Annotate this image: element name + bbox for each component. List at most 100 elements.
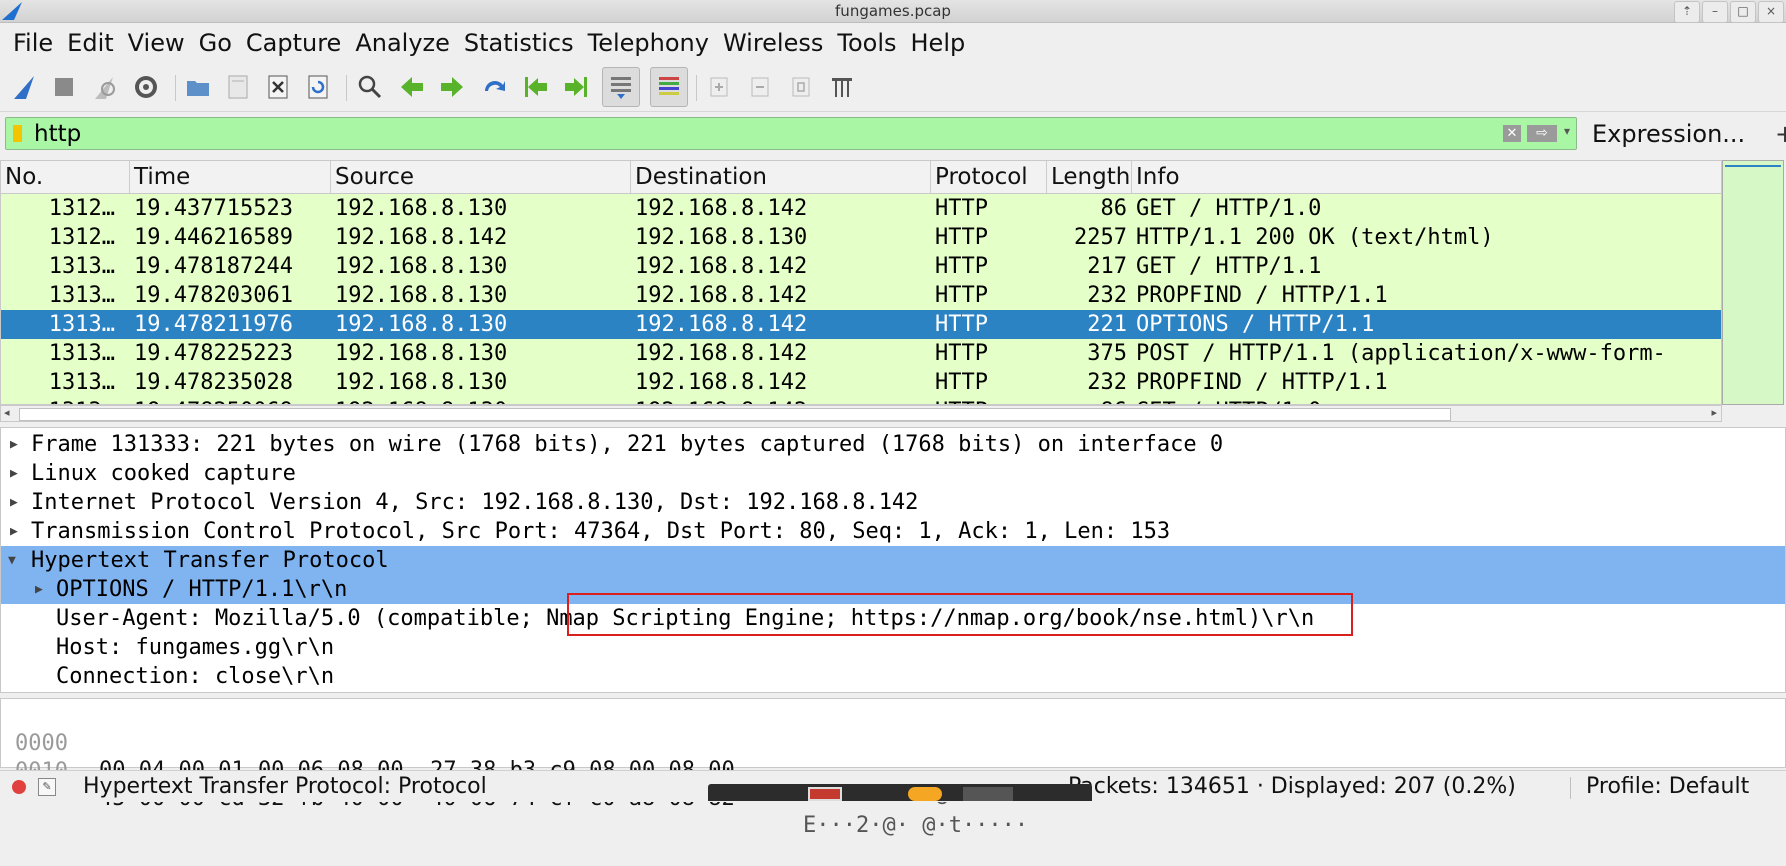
column-header-length[interactable]: Length xyxy=(1047,161,1132,193)
menu-telephony[interactable]: Telephony xyxy=(581,29,716,57)
column-header-source[interactable]: Source xyxy=(331,161,631,193)
last-packet-icon[interactable] xyxy=(560,71,592,103)
cell-dst: 192.168.8.142 xyxy=(635,341,808,366)
profile-selector[interactable]: Profile: Default xyxy=(1586,774,1749,799)
column-header-no[interactable]: No. xyxy=(1,161,130,193)
window-keep-above-icon[interactable]: ⇡ xyxy=(1674,1,1700,23)
packet-list: No. Time Source Destination Protocol Len… xyxy=(0,160,1722,405)
packet-row[interactable]: 1313…19.478250069192.168.8.130192.168.8.… xyxy=(1,397,1721,404)
expand-arrow-icon[interactable]: ▶ xyxy=(10,488,18,517)
edit-comment-icon[interactable]: ✎ xyxy=(38,778,56,796)
packet-row[interactable]: 1312… 19.437715523 192.168.8.130 192.168.8.… xyxy=(1,194,1721,223)
resize-columns-icon[interactable] xyxy=(826,71,858,103)
window-minimize-icon[interactable]: – xyxy=(1702,1,1728,23)
cell-info: GET / HTTP/1.1 xyxy=(1136,254,1322,279)
detail-host[interactable]: Host: fungames.gg\r\n xyxy=(1,633,1785,662)
taskbar-app-icon[interactable] xyxy=(963,787,1013,801)
scroll-left-icon[interactable]: ◂ xyxy=(4,406,10,419)
cell-no: 1312… xyxy=(48,225,115,250)
cell-info: PROPFIND / HTTP/1.1 xyxy=(1136,283,1388,308)
column-header-destination[interactable]: Destination xyxy=(631,161,931,193)
collapse-arrow-icon[interactable]: ▼ xyxy=(8,546,16,575)
packet-row[interactable]: 1313… 19.478235028 192.168.8.130 192.168.8.… xyxy=(1,368,1721,397)
capture-options-icon[interactable] xyxy=(130,71,162,103)
menu-view[interactable]: View xyxy=(121,29,192,57)
column-header-protocol[interactable]: Protocol xyxy=(931,161,1047,193)
status-message: Hypertext Transfer Protocol: Protocol xyxy=(83,774,487,799)
start-capture-icon[interactable] xyxy=(8,71,40,103)
detail-ipv4[interactable]: ▶ Internet Protocol Version 4, Src: 192.1… xyxy=(1,488,1785,517)
find-packet-icon[interactable] xyxy=(354,71,386,103)
reload-file-icon[interactable] xyxy=(302,71,334,103)
expert-info-icon[interactable] xyxy=(12,780,26,794)
packet-row[interactable]: 1313… 19.478203061 192.168.8.130 192.168.8.… xyxy=(1,281,1721,310)
restart-capture-icon[interactable] xyxy=(88,71,120,103)
autoscroll-icon[interactable] xyxy=(602,67,640,107)
open-file-icon[interactable] xyxy=(182,71,214,103)
cell-proto: HTTP xyxy=(935,283,988,308)
cell-time: 19.478235028 xyxy=(134,370,293,395)
bookmark-icon[interactable] xyxy=(13,125,22,142)
colorize-icon[interactable] xyxy=(650,67,688,107)
cell-len: 232 xyxy=(1087,370,1127,395)
cell-info: POST / HTTP/1.1 (application/x-www-form- xyxy=(1136,341,1666,366)
close-file-icon[interactable] xyxy=(262,71,294,103)
first-packet-icon[interactable] xyxy=(520,71,552,103)
cell-len: 232 xyxy=(1087,283,1127,308)
detail-http[interactable]: ▼ Hypertext Transfer Protocol xyxy=(1,546,1785,575)
scroll-right-icon[interactable]: ▸ xyxy=(1711,406,1717,419)
cell-info: HTTP/1.1 200 OK (text/html) xyxy=(1136,225,1494,250)
detail-connection[interactable]: Connection: close\r\n xyxy=(1,662,1785,691)
column-header-time[interactable]: Time xyxy=(130,161,331,193)
menu-edit[interactable]: Edit xyxy=(60,29,120,57)
packet-list-hscrollbar[interactable]: ◂ ▸ xyxy=(0,405,1722,422)
zoom-in-icon[interactable] xyxy=(703,71,735,103)
packet-bytes: 0000 00 04 00 01 00 06 08 00 27 38 b3 c9… xyxy=(0,698,1786,838)
go-back-icon[interactable] xyxy=(396,71,428,103)
detail-tcp[interactable]: ▶ Transmission Control Protocol, Src Port… xyxy=(1,517,1785,546)
clear-filter-icon[interactable]: ✕ xyxy=(1503,125,1521,142)
scrollbar-thumb[interactable] xyxy=(19,408,1451,421)
expand-arrow-icon[interactable]: ▶ xyxy=(10,517,18,546)
expand-arrow-icon[interactable]: ▶ xyxy=(10,430,18,459)
packet-row[interactable]: 1313… 19.478225223 192.168.8.130 192.168.8.… xyxy=(1,339,1721,368)
go-forward-icon[interactable] xyxy=(436,71,468,103)
cell-time: 19.478203061 xyxy=(134,283,293,308)
menu-statistics[interactable]: Statistics xyxy=(457,29,581,57)
go-to-packet-icon[interactable] xyxy=(478,71,510,103)
detail-frame[interactable]: ▶ Frame 131333: 221 bytes on wire (1768 b… xyxy=(1,430,1785,459)
packet-row[interactable]: 1313… 19.478187244 192.168.8.130 192.168.8.… xyxy=(1,252,1721,281)
taskbar-app-icon[interactable] xyxy=(808,787,842,801)
packet-row[interactable]: 1312… 19.446216589 192.168.8.142 192.168.8.… xyxy=(1,223,1721,252)
packet-row-selected[interactable]: 1313… 19.478211976 192.168.8.130 192.168.8.… xyxy=(1,310,1721,339)
menu-analyze[interactable]: Analyze xyxy=(348,29,457,57)
apply-filter-icon[interactable]: ⇨ xyxy=(1527,125,1557,142)
cell-info: OPTIONS / HTTP/1.1 xyxy=(1136,312,1375,337)
cell-dst: 192.168.8.142 xyxy=(635,283,808,308)
menu-file[interactable]: File xyxy=(6,29,60,57)
add-filter-button[interactable]: + xyxy=(1775,120,1786,148)
hex-row[interactable]: 0000 00 04 00 01 00 06 08 00 27 38 b3 c9… xyxy=(1,703,1786,810)
window-maximize-icon[interactable]: □ xyxy=(1730,1,1756,23)
cell-proto: HTTP xyxy=(935,225,988,250)
expand-arrow-icon[interactable]: ▶ xyxy=(35,575,43,604)
display-filter-input[interactable] xyxy=(32,119,1496,149)
menu-go[interactable]: Go xyxy=(192,29,239,57)
expand-arrow-icon[interactable]: ▶ xyxy=(10,459,18,488)
packet-minimap[interactable] xyxy=(1722,160,1784,405)
expression-button[interactable]: Expression... xyxy=(1592,120,1745,148)
taskbar-app-icon[interactable] xyxy=(908,787,942,801)
chevron-down-icon[interactable]: ▾ xyxy=(1564,124,1570,138)
menu-tools[interactable]: Tools xyxy=(830,29,903,57)
menu-wireless[interactable]: Wireless xyxy=(716,29,830,57)
column-header-info[interactable]: Info xyxy=(1132,161,1721,193)
hex-row[interactable]: 0010 45 00 00 cd 32 fb 40 00 40 06 74 cf… xyxy=(1,731,1786,838)
normal-size-icon[interactable] xyxy=(785,71,817,103)
save-file-icon[interactable] xyxy=(222,71,254,103)
stop-capture-icon[interactable] xyxy=(48,71,80,103)
zoom-out-icon[interactable] xyxy=(744,71,776,103)
menu-capture[interactable]: Capture xyxy=(239,29,348,57)
detail-linux-cooked[interactable]: ▶ Linux cooked capture xyxy=(1,459,1785,488)
window-close-icon[interactable]: × xyxy=(1758,1,1784,23)
menu-help[interactable]: Help xyxy=(904,29,973,57)
